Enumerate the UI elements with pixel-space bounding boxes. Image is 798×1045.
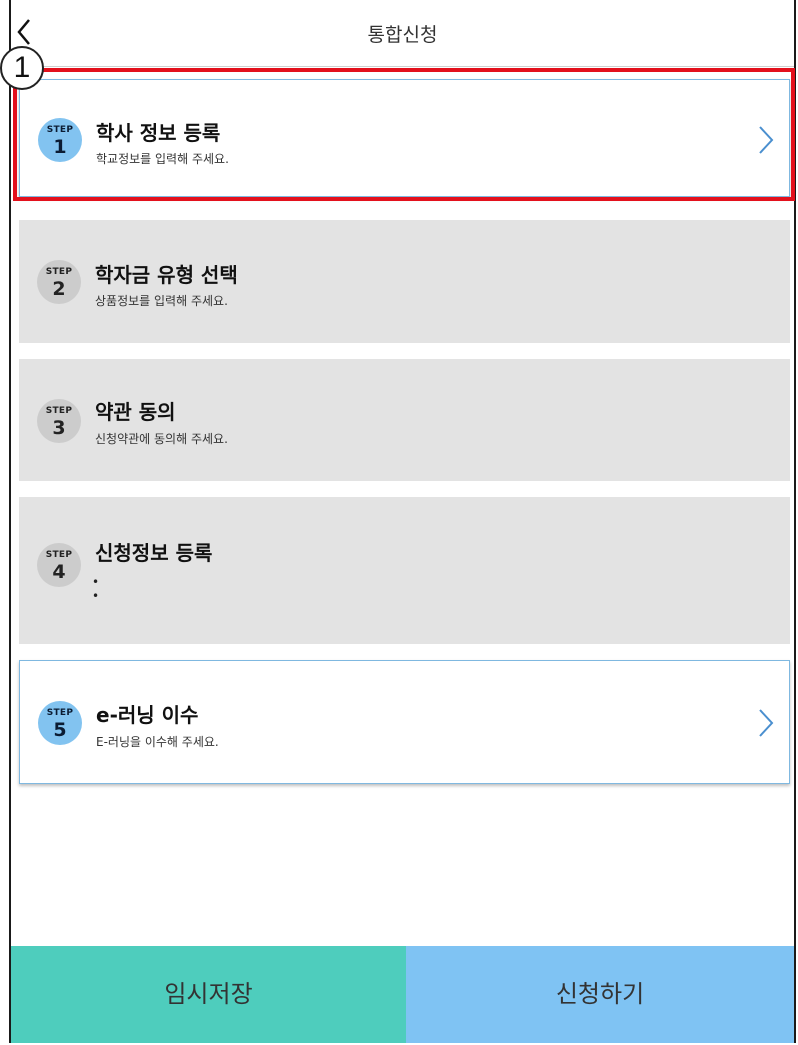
step-title: e-러닝 이수 (96, 703, 199, 727)
step-number-badge: STEP 4 (37, 543, 81, 587)
step-card-1[interactable]: STEP 1 학사 정보 등록 학교정보를 입력해 주세요. (19, 79, 790, 197)
step-number: 4 (52, 561, 66, 583)
step-label: STEP (45, 550, 73, 560)
step-number: 3 (52, 417, 66, 439)
step-subtitle: E-러닝을 이수해 주세요. (96, 735, 219, 749)
temporary-save-button[interactable]: 임시저장 (11, 946, 406, 1043)
step-card-2: STEP 2 학자금 유형 선택 상품정보를 입력해 주세요. (19, 220, 790, 343)
step-number: 2 (52, 278, 66, 300)
step-number-badge: STEP 5 (38, 701, 82, 745)
chevron-right-icon (759, 709, 774, 737)
step-title: 학자금 유형 선택 (95, 263, 238, 287)
step-number-badge: STEP 3 (37, 399, 81, 443)
step-subtitle: 상품정보를 입력해 주세요. (95, 294, 228, 308)
step-label: STEP (45, 267, 73, 277)
step-number-badge: STEP 1 (38, 118, 82, 162)
chevron-right-icon (759, 126, 774, 154)
step-card-4: STEP 4 신청정보 등록 (19, 497, 790, 644)
annotation-number-badge: 1 (0, 46, 44, 90)
step-label: STEP (46, 708, 74, 718)
step-title: 약관 동의 (95, 400, 176, 424)
step-number-badge: STEP 2 (37, 260, 81, 304)
step-title: 신청정보 등록 (95, 541, 213, 565)
step-card-3: STEP 3 약관 동의 신청약관에 동의해 주세요. (19, 359, 790, 481)
step-label: STEP (45, 406, 73, 416)
step-number: 5 (53, 719, 67, 741)
apply-button[interactable]: 신청하기 (406, 946, 794, 1043)
step-label: STEP (46, 125, 74, 135)
step-subtitle: 신청약관에 동의해 주세요. (95, 432, 228, 446)
bullet-markers: • • (92, 575, 100, 603)
page-title: 통합신청 (367, 24, 438, 46)
step-title: 학사 정보 등록 (96, 121, 221, 145)
step-number: 1 (53, 136, 67, 158)
header-bar: 통합신청 (11, 0, 794, 67)
step-card-5[interactable]: STEP 5 e-러닝 이수 E-러닝을 이수해 주세요. (19, 660, 790, 784)
step-subtitle: 학교정보를 입력해 주세요. (96, 152, 229, 166)
